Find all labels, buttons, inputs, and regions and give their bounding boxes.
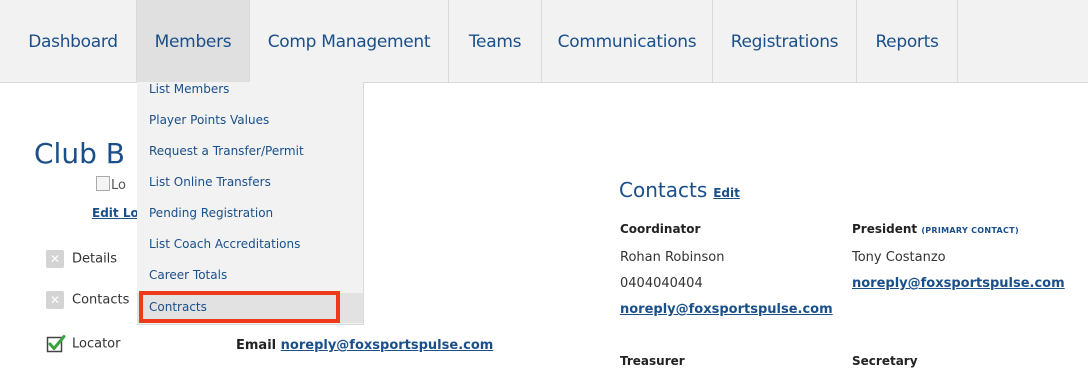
- section-details[interactable]: ✕ Details: [46, 250, 117, 272]
- coordinator-name: Rohan Robinson: [620, 250, 725, 265]
- coordinator-role: Coordinator: [620, 222, 701, 236]
- section-locator[interactable]: Locator: [46, 334, 120, 356]
- nav-reports[interactable]: Reports: [857, 0, 957, 82]
- president-role: President (PRIMARY CONTACT): [852, 222, 1019, 236]
- menu-item-request-transfer[interactable]: Request a Transfer/Permit: [149, 144, 304, 158]
- menu-item-list-members[interactable]: List Members: [149, 82, 229, 96]
- section-label: Details: [72, 251, 118, 267]
- coordinator-phone: 0404040404: [620, 276, 703, 291]
- contacts-heading: Contacts Edit: [619, 178, 740, 202]
- nav-communications[interactable]: Communications: [542, 0, 712, 82]
- page-title: Club B: [34, 137, 125, 170]
- edit-logo-link[interactable]: Edit Lo: [92, 206, 139, 220]
- email-row: Email noreply@foxsportspulse.com: [236, 338, 493, 353]
- club-logo: Lo: [96, 176, 126, 193]
- secretary-role: Secretary: [852, 354, 918, 368]
- section-label: Locator: [72, 336, 121, 352]
- top-nav: Dashboard Members Comp Management Teams …: [0, 0, 1088, 83]
- close-icon: ✕: [46, 291, 64, 309]
- nav-comp-management[interactable]: Comp Management: [250, 0, 448, 82]
- email-label: Email: [236, 338, 277, 353]
- checkbox-checked-icon: [46, 335, 66, 353]
- menu-item-career-totals[interactable]: Career Totals: [149, 268, 227, 282]
- section-label: Contacts: [72, 292, 130, 308]
- nav-teams[interactable]: Teams: [449, 0, 541, 82]
- email-link[interactable]: noreply@foxsportspulse.com: [281, 338, 494, 353]
- menu-item-list-online-transfers[interactable]: List Online Transfers: [149, 175, 271, 189]
- menu-item-list-coach-accreditations[interactable]: List Coach Accreditations: [149, 237, 300, 251]
- president-role-label: President: [852, 222, 918, 236]
- menu-item-player-points-values[interactable]: Player Points Values: [149, 113, 269, 127]
- broken-image-icon: [96, 176, 110, 191]
- treasurer-role: Treasurer: [620, 354, 685, 368]
- nav-dashboard[interactable]: Dashboard: [14, 0, 132, 82]
- president-email-link[interactable]: noreply@foxsportspulse.com: [852, 276, 1065, 291]
- logo-alt-text: Lo: [111, 178, 126, 193]
- primary-contact-badge: (PRIMARY CONTACT): [921, 226, 1019, 235]
- nav-members[interactable]: Members: [137, 0, 249, 82]
- close-icon: ✕: [46, 250, 64, 268]
- nav-separator: [957, 0, 958, 82]
- contacts-title: Contacts: [619, 178, 708, 202]
- president-name: Tony Costanzo: [852, 250, 946, 265]
- contacts-edit-link[interactable]: Edit: [713, 186, 740, 200]
- nav-registrations[interactable]: Registrations: [713, 0, 856, 82]
- section-contacts[interactable]: ✕ Contacts: [46, 291, 129, 313]
- menu-item-pending-registration[interactable]: Pending Registration: [149, 206, 273, 220]
- highlight-annotation-box: [139, 291, 340, 323]
- coordinator-email-link[interactable]: noreply@foxsportspulse.com: [620, 302, 833, 317]
